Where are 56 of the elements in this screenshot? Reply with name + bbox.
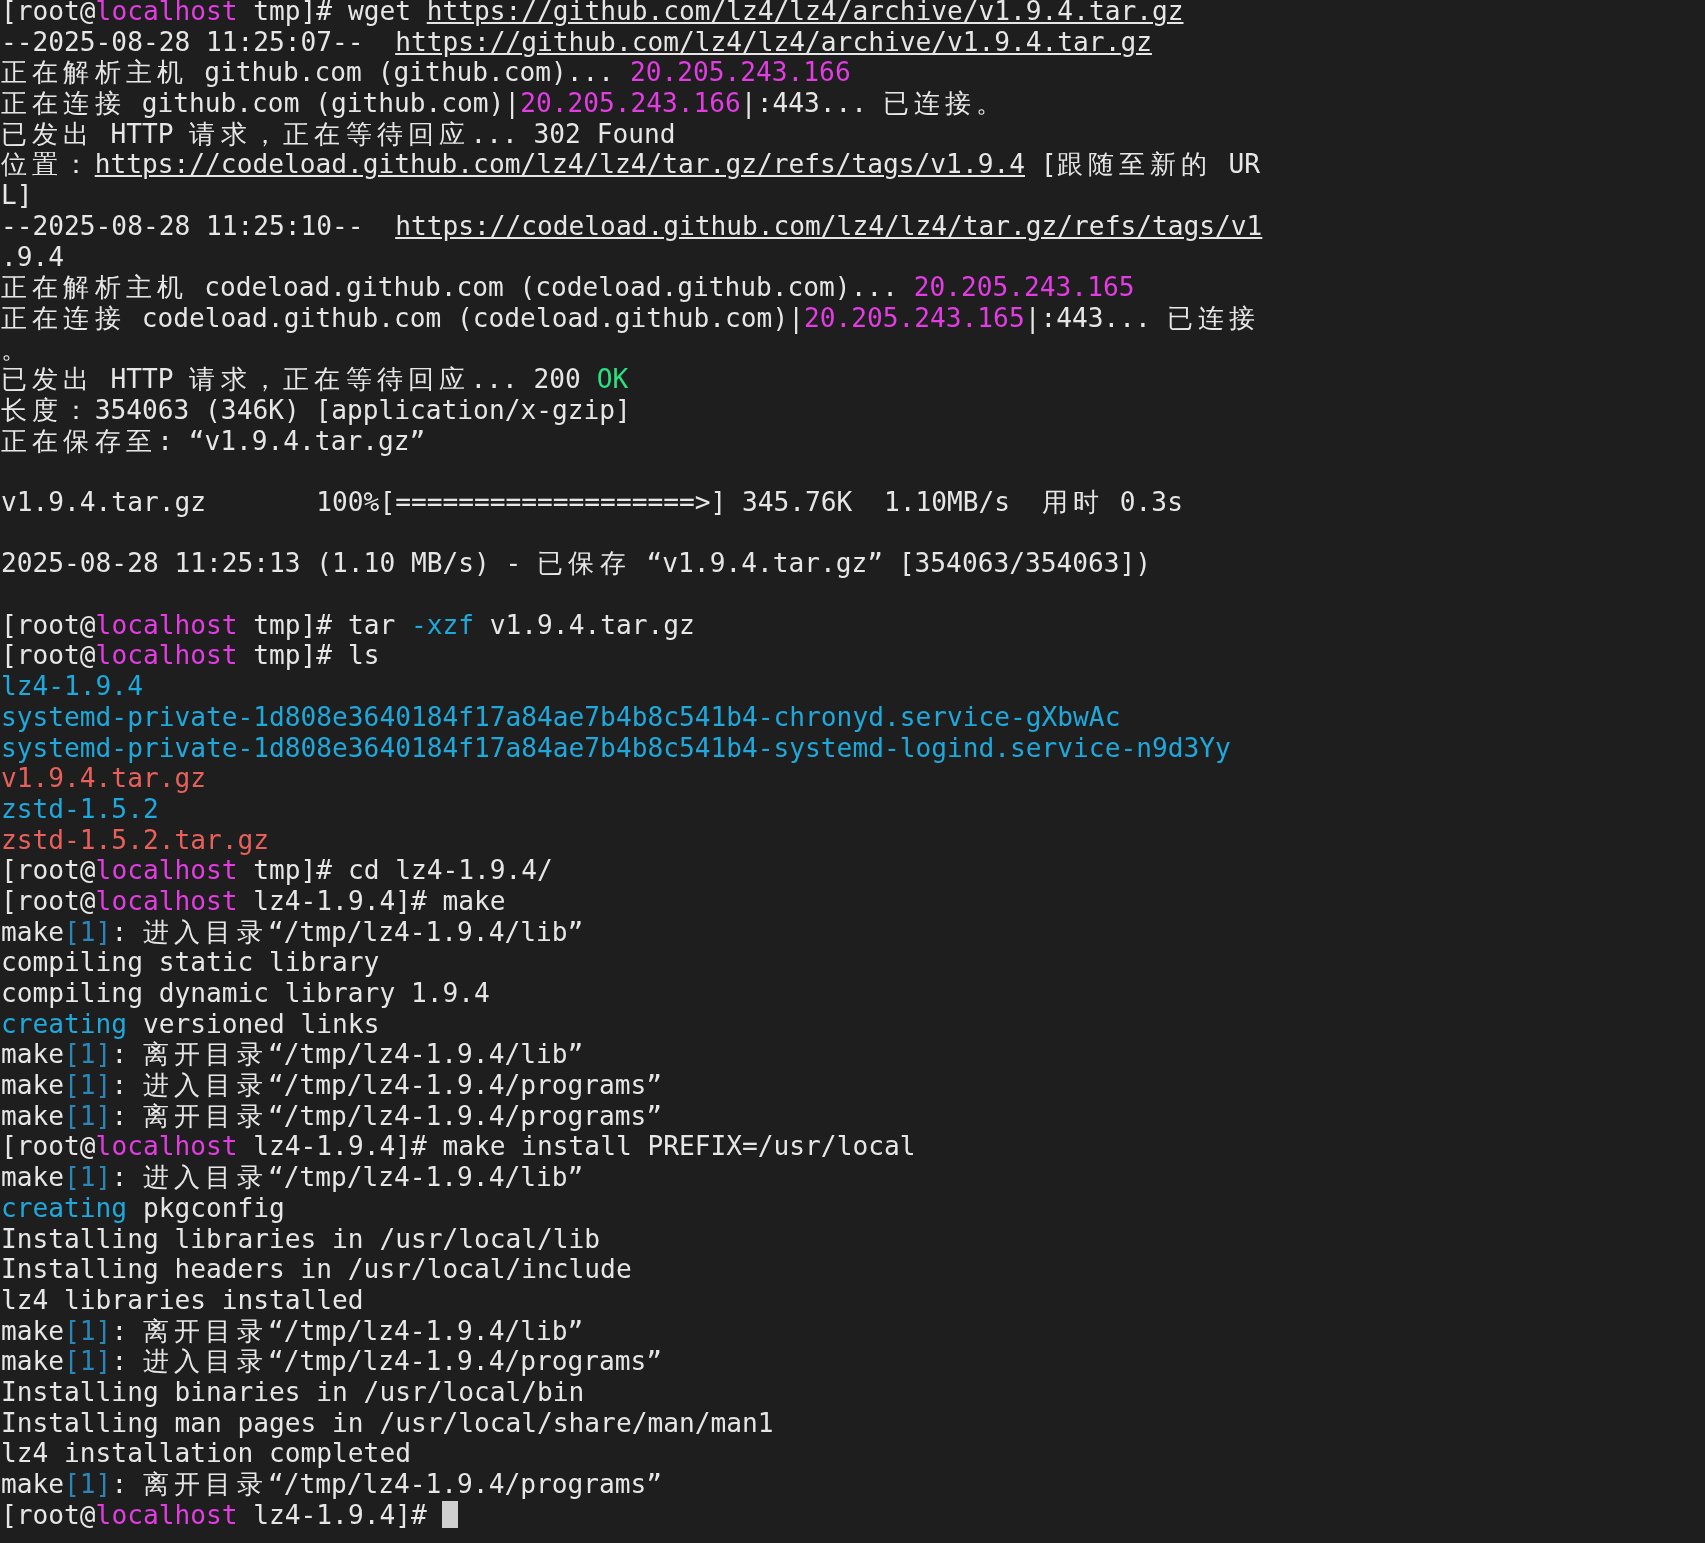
terminal-line: zstd-1.5.2.tar.gz — [1, 824, 270, 856]
terminal-line: systemd-private-1d808e3640184f17a84ae7b4b8c541b4-systemd-logind.service-n9d3Yy — [1, 732, 1231, 764]
terminal-line: Installing headers in /usr/local/include — [1, 1254, 632, 1285]
terminal-line: 2025-08-28 11:25:13 (1.10 MB/s) - 已保存 “v1.9.4.tar.gz” [354063/354063]) — [1, 548, 1152, 580]
terminal-line: 长度：354063 (346K) [application/x-gzip] — [1, 394, 631, 426]
terminal-line: lz4 installation completed — [1, 1438, 411, 1469]
terminal-line: make[1]: 离开目录“/tmp/lz4-1.9.4/lib” — [1, 1039, 584, 1071]
terminal-line: systemd-private-1d808e3640184f17a84ae7b4b8c541b4-chronyd.service-gXbwAc — [1, 701, 1121, 733]
url-link[interactable]: https://codeload.github.com/lz4/lz4/tar.gz/refs/tags/v1 — [395, 210, 1263, 241]
terminal-line: make[1]: 进入目录“/tmp/lz4-1.9.4/lib” — [1, 916, 584, 948]
terminal-line: [root@localhost lz4-1.9.4]# make — [1, 885, 506, 917]
terminal-line: v1.9.4.tar.gz — [1, 763, 206, 794]
terminal-line: [root@localhost lz4-1.9.4]# make install PREFIX=/usr/local — [1, 1131, 916, 1163]
terminal-line: make[1]: 离开目录“/tmp/lz4-1.9.4/programs” — [1, 1469, 663, 1500]
terminal-text: tmp]# wget — [252, 0, 412, 26]
terminal-line: make[1]: 进入目录“/tmp/lz4-1.9.4/programs” — [1, 1070, 663, 1101]
terminal-line: Installing libraries in /usr/local/lib — [1, 1223, 601, 1255]
url-link[interactable]: https://codeload.github.com/lz4/lz4/tar.gz/refs/tags/v1.9.4 — [94, 149, 1025, 180]
terminal-line: Installing man pages in /usr/local/share/man/man1 — [1, 1407, 774, 1439]
terminal-text: [root@ — [1, 1499, 96, 1530]
terminal-line: Installing binaries in /usr/local/bin — [1, 1376, 585, 1408]
terminal-line: [root@localhost tmp]# tar -xzf v1.9.4.tar.gz — [1, 609, 695, 641]
terminal-line: 正在解析主机 github.com (github.com)... 20.205.243.166 — [1, 57, 851, 89]
terminal-text: [跟随至新的 UR — [1039, 149, 1260, 180]
terminal-line: make[1]: 离开目录“/tmp/lz4-1.9.4/lib” — [1, 1315, 584, 1347]
terminal-line: make[1]: 离开目录“/tmp/lz4-1.9.4/programs” — [1, 1100, 663, 1132]
terminal-text: lz4-1.9.4]# — [252, 1499, 428, 1530]
terminal-line: [root@localhost tmp]# cd lz4-1.9.4/ — [1, 855, 553, 886]
terminal-line: lz4 libraries installed — [1, 1284, 364, 1316]
terminal-line: creating versioned links — [1, 1008, 380, 1040]
url-link[interactable]: https://github.com/lz4/lz4/archive/v1.9.4.tar.gz — [426, 0, 1184, 26]
terminal-text: --2025-08-28 11:25:07-- — [1, 26, 365, 57]
terminal-line: 正在连接 codeload.github.com (codeload.github.com)|20.205.243.165|:443... 已连接 — [1, 302, 1261, 334]
terminal-line: 已发出 HTTP 请求，正在等待回应... 200 OK — [1, 364, 629, 395]
terminal-line: creating pkgconfig — [1, 1192, 285, 1224]
terminal-text: --2025-08-28 11:25:10-- — [1, 210, 365, 241]
terminal-line: 。 — [1, 333, 33, 365]
terminal-line: make[1]: 进入目录“/tmp/lz4-1.9.4/programs” — [1, 1346, 663, 1377]
terminal-line: 已发出 HTTP 请求，正在等待回应... 302 Found — [1, 118, 676, 150]
terminal-line: 正在连接 github.com (github.com)|20.205.243.166|:443... 已连接。 — [1, 88, 1008, 119]
terminal-line: 正在解析主机 codeload.github.com (codeload.github.com)... 20.205.243.165 — [1, 272, 1135, 303]
url-link[interactable]: https://github.com/lz4/lz4/archive/v1.9.4.tar.gz — [395, 26, 1152, 57]
terminal-line: [root@localhost tmp]# ls — [1, 640, 380, 672]
terminal-line: v1.9.4.tar.gz 100%[===================>] 345.76K 1.10MB/s 用时 0.3s — [1, 487, 1183, 518]
terminal-line: compiling static library — [1, 947, 380, 978]
terminal-line: 正在保存至: “v1.9.4.tar.gz” — [1, 425, 426, 457]
terminal-line: zstd-1.5.2 — [1, 793, 159, 825]
terminal-line: make[1]: 进入目录“/tmp/lz4-1.9.4/lib” — [1, 1162, 584, 1193]
hostname-text: localhost — [95, 1499, 238, 1530]
terminal-text: [root@ — [1, 0, 96, 26]
terminal-line: .9.4 — [1, 241, 65, 273]
terminal-line: compiling dynamic library 1.9.4 — [1, 978, 490, 1009]
hostname-text: localhost — [95, 0, 238, 26]
terminal-line: lz4-1.9.4 — [1, 671, 143, 702]
terminal-line: L] — [1, 180, 33, 211]
terminal-text: 位置： — [1, 149, 95, 180]
